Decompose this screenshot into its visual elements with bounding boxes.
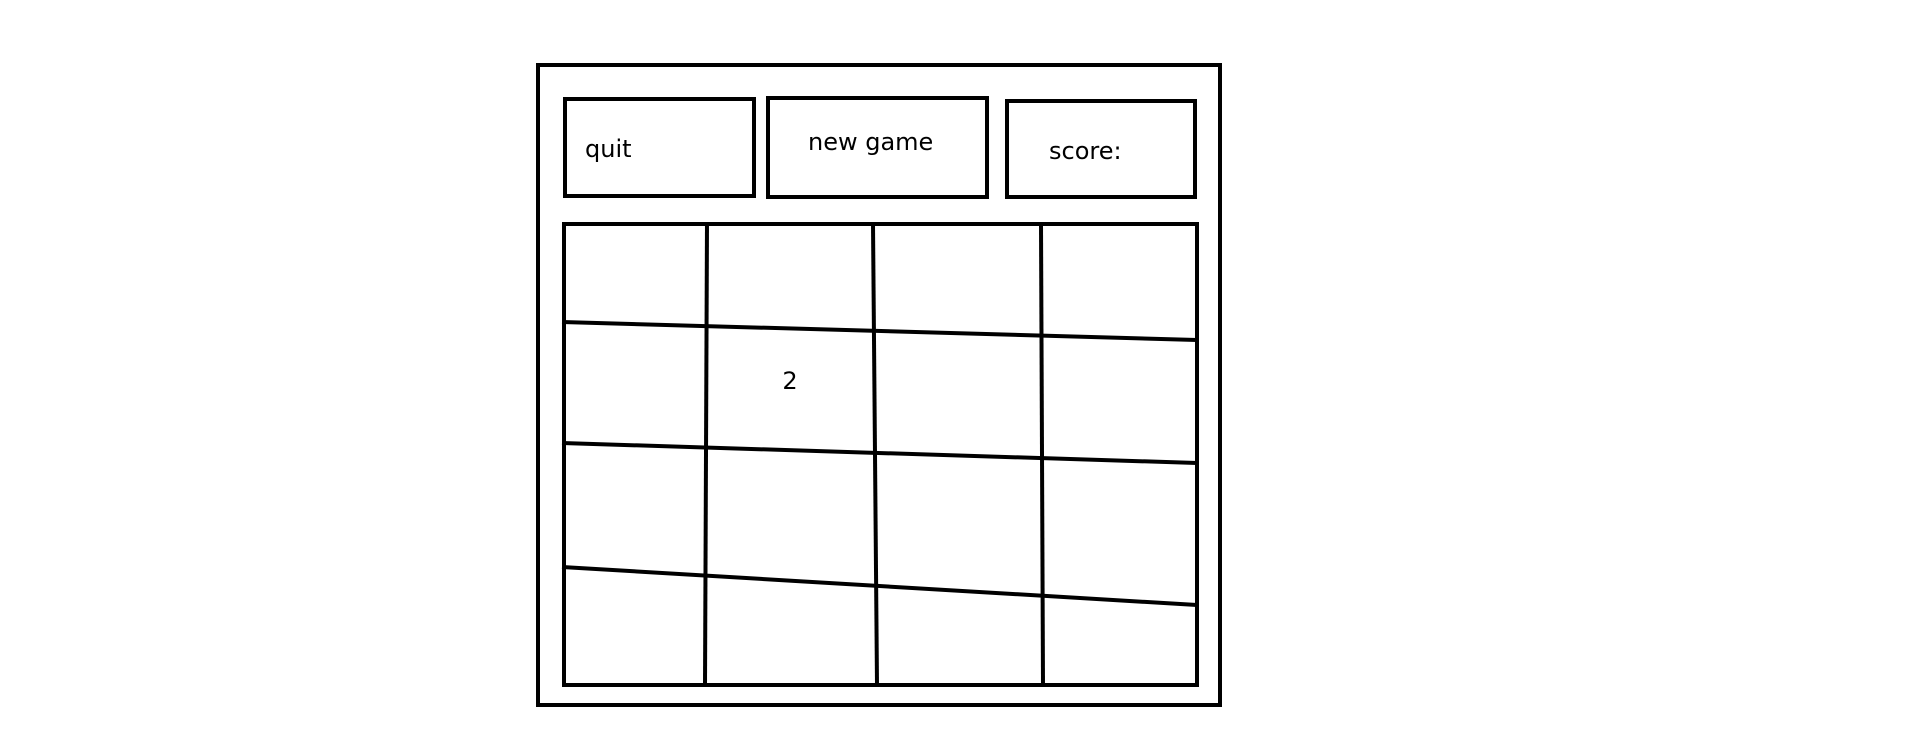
quit-button-label: quit (585, 135, 632, 163)
quit-button[interactable]: quit (563, 97, 756, 198)
grid-line-horizontal (561, 565, 1198, 607)
score-display: score: (1005, 99, 1197, 199)
board-grid (561, 221, 1199, 687)
grid-line-vertical (1039, 223, 1045, 686)
score-label: score: (1049, 137, 1122, 165)
grid-line-vertical (703, 221, 709, 686)
tile-1-1: 2 (782, 367, 798, 395)
new-game-button[interactable]: new game (766, 96, 989, 199)
game-board[interactable]: 2 (561, 221, 1199, 687)
grid-line-horizontal (561, 441, 1198, 465)
new-game-button-label: new game (808, 128, 934, 156)
grid-line-horizontal (561, 320, 1198, 342)
